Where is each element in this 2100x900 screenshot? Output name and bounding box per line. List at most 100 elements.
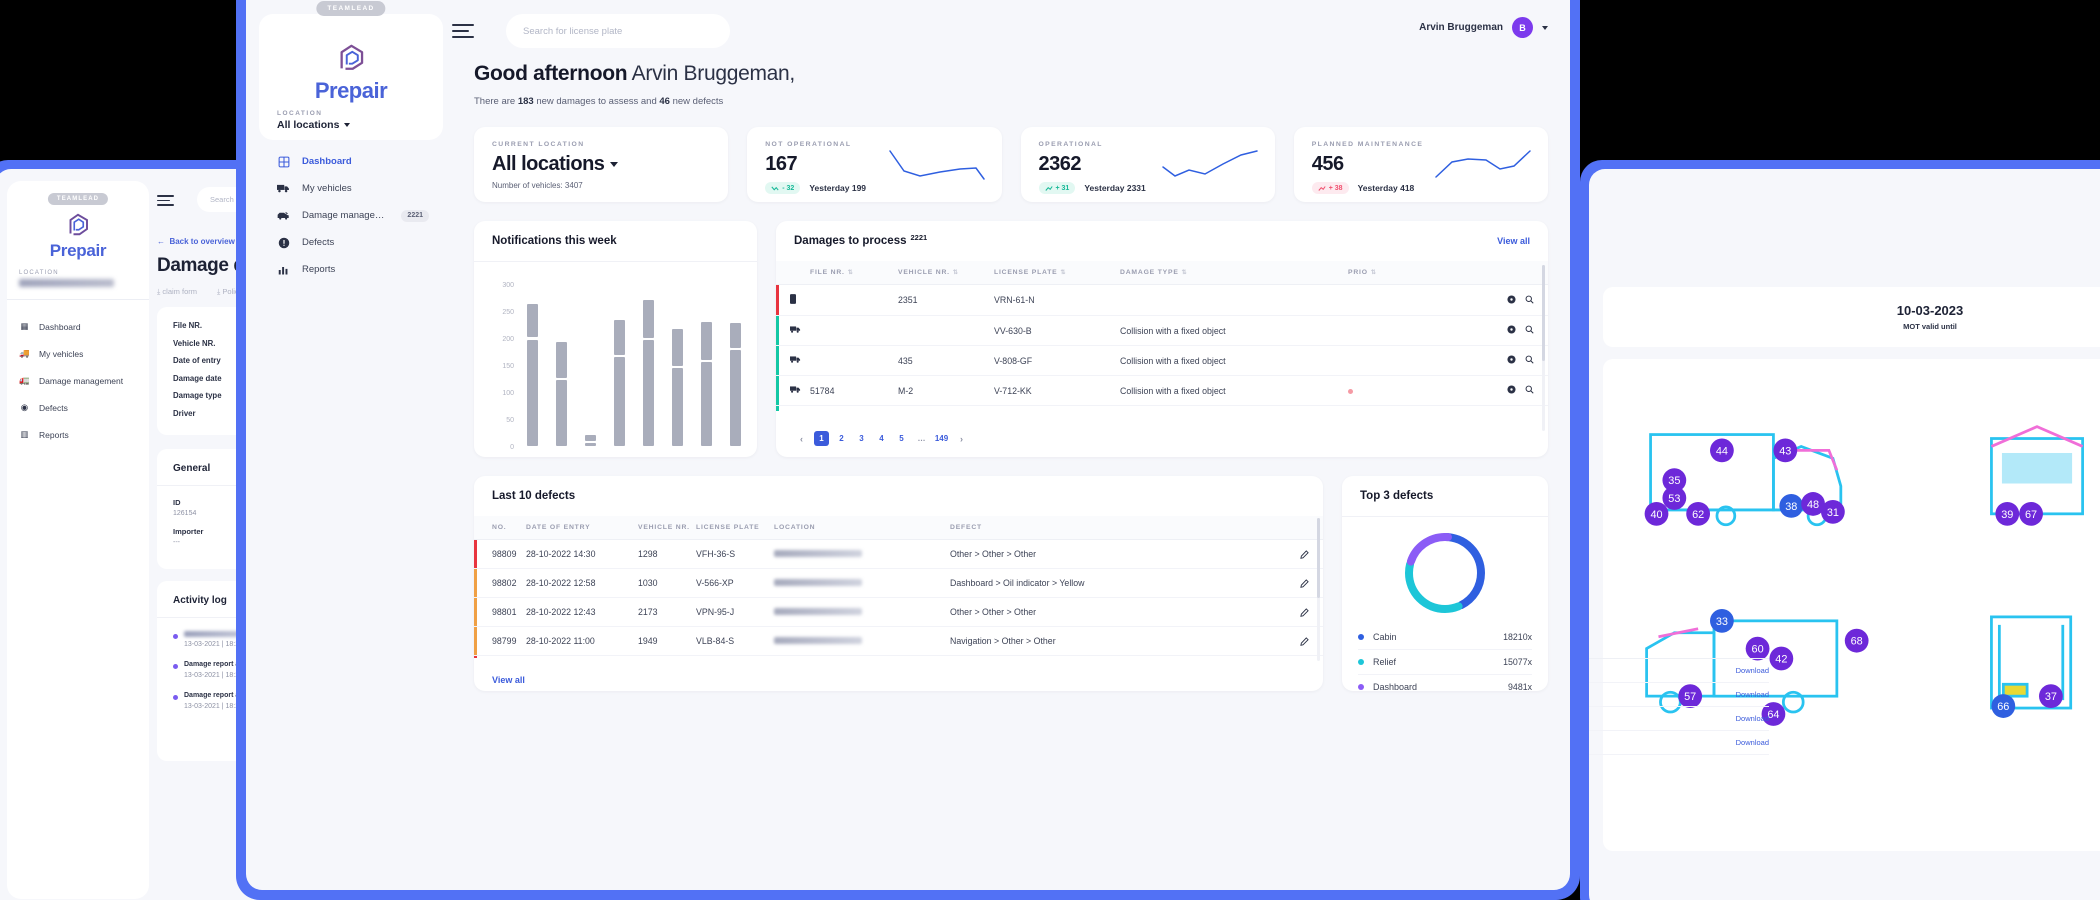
- cell-damage-type: [1120, 284, 1348, 316]
- defects-scrollbar-thumb[interactable]: [1317, 518, 1320, 598]
- stat-card-planned-maintenance: PLANNED MAINTENANCE 456 + 38 Yesterday 4…: [1293, 127, 1548, 202]
- sidebar: TEAMLEAD Prepair LOCATION All locations: [259, 1, 443, 890]
- table-row[interactable]: 98796 28-10-2022 09:50 1323 VFL-57-G Com…: [474, 655, 1323, 658]
- edit-icon[interactable]: [1230, 549, 1323, 559]
- bottom-panels: Last 10 defects NO. DATE OF ENTRY VEHICL…: [474, 476, 1548, 691]
- pagination-page-1[interactable]: 1: [814, 431, 829, 446]
- bg-left-nav-label: Reports: [39, 429, 69, 440]
- bg-right-table-header: DATE OF ENTRY: [1589, 639, 1769, 659]
- bg-right-vehicle-diagram-card: 44 43 35 53 40 62 38 48 31 39 67 33 60 4…: [1603, 359, 2100, 851]
- svg-text:33: 33: [1716, 616, 1728, 628]
- location-label: LOCATION: [277, 110, 323, 117]
- pagination-prev[interactable]: ‹: [794, 431, 809, 446]
- table-row[interactable]: 98801 28-10-2022 12:43 2173 VPN-95-J Oth…: [474, 597, 1323, 627]
- table-row[interactable]: 98802 28-10-2022 12:58 1030 V-566-XP Das…: [474, 568, 1323, 598]
- location-selector[interactable]: All locations: [277, 119, 351, 131]
- bg-left-nav-label: Defects: [39, 402, 68, 413]
- priority-stripe: [776, 346, 779, 375]
- cell-vehicle-nr: 1323: [638, 655, 696, 658]
- priority-stripe: [776, 406, 779, 411]
- search-icon[interactable]: [1525, 325, 1534, 336]
- trend-up-icon: [1044, 185, 1053, 191]
- table-row[interactable]: 435 V-808-GF Collision with a fixed obje…: [776, 345, 1548, 376]
- search-icon[interactable]: [1525, 385, 1534, 396]
- trend-down-icon: [771, 186, 779, 190]
- damaged-car-icon: 🚛: [19, 375, 30, 385]
- stat-value: All locations: [492, 153, 605, 175]
- redacted-location: [774, 608, 862, 615]
- alert-circle-icon: [277, 236, 290, 249]
- table-row[interactable]: 57864 VGB-33-V Collision with a fixed ob…: [776, 405, 1548, 411]
- greeting-name: Arvin Bruggeman,: [631, 62, 796, 85]
- info-icon[interactable]: [1507, 294, 1516, 306]
- mid-panels: Notifications this week 300 250 200 150 100…: [474, 221, 1548, 457]
- legend-color-dot: [1358, 684, 1364, 690]
- truck-icon: [277, 182, 290, 195]
- table-row: 27-10-2022 08:11Download: [1589, 683, 1769, 707]
- svg-text:43: 43: [1779, 445, 1791, 457]
- sidebar-item-damage-management[interactable]: Damage manage… 2221: [259, 202, 443, 229]
- edit-icon[interactable]: [1230, 636, 1323, 646]
- cell-vehicle-nr: M-2: [898, 375, 994, 406]
- table-row[interactable]: 98799 28-10-2022 11:00 1949 VLB-84-S Nav…: [474, 626, 1323, 656]
- col-prio[interactable]: PRIO ⇅: [1348, 261, 1438, 285]
- col-license-plate: LICENSE PLATE: [696, 516, 774, 540]
- pagination-next[interactable]: ›: [954, 431, 969, 446]
- view-all-defects-link[interactable]: View all: [492, 675, 525, 685]
- table-row[interactable]: VV-630-B Collision with a fixed object: [776, 315, 1548, 346]
- legend-item: Cabin 18210x: [1358, 625, 1532, 650]
- pagination-page-5[interactable]: 5: [894, 431, 909, 446]
- search-icon[interactable]: [1525, 295, 1534, 306]
- stat-card-operational: OPERATIONAL 2362 + 31 Yesterday 2331: [1020, 127, 1275, 202]
- pagination-page-3[interactable]: 3: [854, 431, 869, 446]
- redacted-location: [774, 550, 862, 557]
- alert-circle-icon: ◉: [20, 402, 29, 412]
- severity-stripe: [474, 656, 477, 658]
- table-scrollbar-thumb[interactable]: [1542, 265, 1545, 361]
- pagination-page-2[interactable]: 2: [834, 431, 849, 446]
- col-vehicle-nr: VEHICLE NR.: [638, 516, 696, 540]
- sidebar-item-reports[interactable]: Reports: [259, 256, 443, 283]
- cell-actions: [1230, 568, 1323, 598]
- pagination-page-149[interactable]: 149: [934, 431, 949, 446]
- hamburger-icon: [157, 195, 174, 209]
- location-dropdown[interactable]: All locations: [492, 153, 710, 176]
- bg-right-mot-label: MOT valid until: [1903, 322, 1957, 331]
- cell-license-plate: V-712-KK: [994, 375, 1120, 406]
- sidebar-item-dashboard[interactable]: Dashboard: [259, 148, 443, 175]
- pagination-page-4[interactable]: 4: [874, 431, 889, 446]
- table-row[interactable]: 98809 28-10-2022 14:30 1298 VFH-36-S Oth…: [474, 539, 1323, 569]
- cell-prio: [1348, 375, 1438, 406]
- hamburger-icon[interactable]: [452, 24, 474, 42]
- col-license-plate[interactable]: LICENSE PLATE ⇅: [994, 261, 1120, 285]
- panel-title: Top 3 defects: [1360, 490, 1434, 502]
- edit-icon[interactable]: [1230, 578, 1323, 588]
- info-icon[interactable]: [1507, 325, 1516, 336]
- user-menu[interactable]: Arvin Bruggeman B: [1419, 17, 1548, 38]
- info-icon[interactable]: [1507, 355, 1516, 366]
- sidebar-item-my-vehicles[interactable]: My vehicles: [259, 175, 443, 202]
- svg-text:48: 48: [1807, 499, 1819, 511]
- search-input[interactable]: [506, 14, 730, 48]
- bg-left-location-value-redacted: [19, 279, 114, 287]
- stat-yesterday: Yesterday 199: [809, 183, 867, 193]
- table-row[interactable]: 2351 VRN-61-N: [776, 284, 1548, 316]
- cell-actions: [1438, 405, 1548, 411]
- col-vehicle-nr[interactable]: VEHICLE NR. ⇅: [898, 261, 994, 285]
- info-icon[interactable]: [1507, 385, 1516, 396]
- col-damage-type[interactable]: DAMAGE TYPE ⇅: [1120, 261, 1348, 285]
- user-name: Arvin Bruggeman: [1419, 22, 1503, 33]
- prio-dot: [1348, 388, 1353, 394]
- bg-left-nav-reports: ▥ Reports: [19, 421, 141, 448]
- view-all-damages-link[interactable]: View all: [1497, 236, 1530, 246]
- download-link: Download: [1735, 738, 1769, 747]
- edit-icon[interactable]: [1230, 607, 1323, 617]
- cell-actions: [1230, 626, 1323, 656]
- table-row[interactable]: 51784 M-2 V-712-KK Collision with a fixe…: [776, 375, 1548, 406]
- bar-chart-icon: ▥: [20, 429, 29, 439]
- search-icon[interactable]: [1525, 355, 1534, 366]
- sparkline-operational: [1162, 150, 1258, 177]
- sidebar-item-defects[interactable]: Defects: [259, 229, 443, 256]
- cell-vehicle-nr: [898, 405, 994, 411]
- col-file-nr[interactable]: FILE NR. ⇅: [810, 261, 898, 285]
